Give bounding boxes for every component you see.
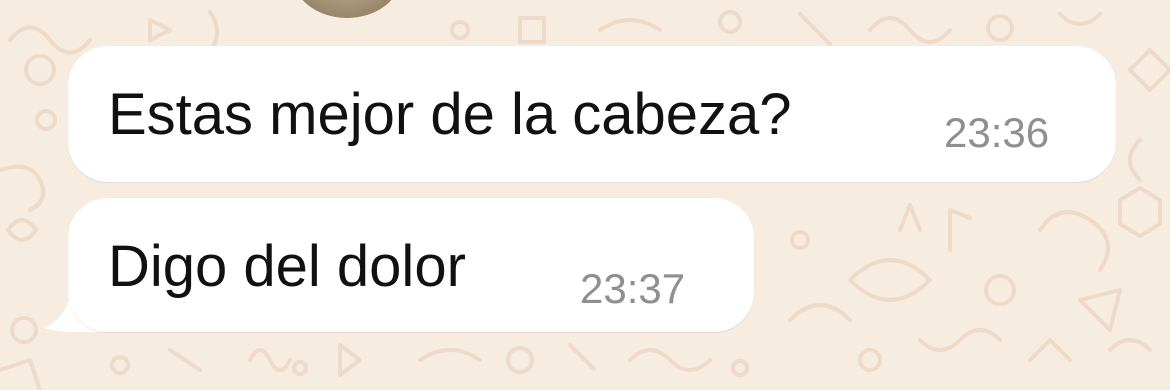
message-timestamp: 23:37	[580, 265, 686, 312]
message-text: Digo del dolor	[108, 234, 466, 299]
incoming-message-bubble[interactable]: Digo del dolor 23:37	[68, 198, 754, 332]
message-text: Estas mejor de la cabeza?	[108, 82, 792, 147]
message-timestamp: 23:36	[944, 109, 1050, 156]
incoming-message-bubble[interactable]: Estas mejor de la cabeza? 23:36	[68, 46, 1116, 182]
